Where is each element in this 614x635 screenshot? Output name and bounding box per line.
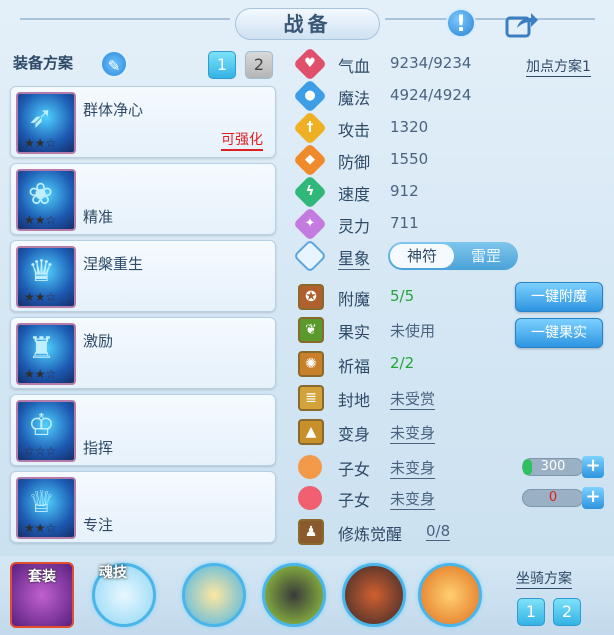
child-value-bar: 300: [522, 458, 584, 476]
blessing-icon: ✺: [298, 351, 324, 377]
toggle-option-shenfu[interactable]: 神符: [390, 244, 454, 268]
cultivation-row: ♟ 修炼觉醒 0/8: [296, 518, 614, 546]
cultivation-icon: ♟: [298, 519, 324, 545]
skill-name: 指挥: [83, 439, 114, 457]
page-title: 战备: [235, 8, 380, 40]
help-icon[interactable]: !: [446, 8, 476, 38]
one-click-fruit-button[interactable]: 一键果实: [515, 318, 603, 348]
toggle-option-leigang[interactable]: 雷罡: [456, 244, 516, 268]
equip-scheme-tab-2[interactable]: 2: [245, 51, 273, 79]
mount-scheme-tab-2[interactable]: 2: [553, 598, 581, 626]
fief-row: ≣ 封地 未受赏: [296, 384, 614, 412]
fruit-icon: ❦: [298, 317, 324, 343]
attr-spirit: ✦ 灵力 711: [293, 207, 614, 241]
transform-row: ▲ 变身 未变身: [296, 418, 614, 446]
equip-scheme-tab-1[interactable]: 1: [208, 51, 236, 79]
mount-orb[interactable]: [342, 563, 406, 627]
skill-name: 激励: [83, 332, 114, 350]
upgradable-tag[interactable]: 可强化: [221, 129, 263, 151]
share-icon[interactable]: [505, 10, 539, 38]
skill-name: 专注: [83, 516, 114, 534]
outfit-set-button[interactable]: 套装: [10, 562, 74, 628]
skill-icon: ➶ ★★☆: [16, 92, 76, 154]
mount-orb[interactable]: [418, 563, 482, 627]
fief-icon: ≣: [298, 385, 324, 411]
child-value-bar: 0: [522, 489, 584, 507]
title-ornament-left: [20, 18, 230, 20]
enchant-icon: ✪: [298, 284, 324, 310]
one-click-enchant-button[interactable]: 一键附魔: [515, 282, 603, 312]
skill-card[interactable]: ♕ ★★☆ 专注: [10, 471, 276, 543]
mount-orb[interactable]: [262, 563, 326, 627]
attr-mp: ● 魔法 4924/4924: [293, 79, 614, 113]
star-sign-toggle[interactable]: 神符 雷罡: [388, 242, 518, 270]
child-icon: [298, 455, 322, 479]
blessing-row: ✺ 祈福 2/2: [296, 350, 614, 378]
skill-icon: ♛ ★★☆: [16, 246, 76, 308]
transform-icon: ▲: [298, 419, 324, 445]
star-sign-icon: [293, 239, 327, 273]
attr-attack: † 攻击 1320: [293, 111, 614, 145]
title-ornament-right: [385, 18, 595, 20]
skill-card[interactable]: ♜ ★★☆ 激励: [10, 317, 276, 389]
soul-skill-button[interactable]: 魂技: [92, 563, 156, 627]
battle-prep-panel: 战备 ! 装备方案 ✎ 1 2 ➶ ★★☆ 群体净心 可强化 ❀ ★★☆ 精准 ♛ ★…: [0, 0, 614, 635]
skill-icon: ♜ ★★☆: [16, 323, 76, 385]
skill-name: 精准: [83, 208, 114, 226]
add-child-1-button[interactable]: +: [582, 456, 604, 478]
skill-icon: ♔ ☆☆☆: [16, 400, 76, 462]
skill-card[interactable]: ❀ ★★☆ 精准: [10, 163, 276, 235]
skill-name: 涅槃重生: [83, 255, 144, 273]
attr-defense: ◆ 防御 1550: [293, 143, 614, 177]
skill-card[interactable]: ➶ ★★☆ 群体净心 可强化: [10, 86, 276, 158]
points-scheme-link[interactable]: 加点方案1: [526, 56, 591, 77]
edit-pen-icon[interactable]: ✎: [100, 50, 128, 78]
skill-card[interactable]: ♛ ★★☆ 涅槃重生: [10, 240, 276, 312]
mount-scheme-tab-1[interactable]: 1: [517, 598, 545, 626]
skill-card[interactable]: ♔ ☆☆☆ 指挥: [10, 394, 276, 466]
child-icon: [298, 486, 322, 510]
equip-scheme-label: 装备方案: [13, 54, 74, 72]
attr-speed: ϟ 速度 912: [293, 175, 614, 209]
skill-name: 群体净心: [83, 101, 144, 119]
title-bar: 战备 !: [0, 0, 614, 44]
mount-orb[interactable]: [182, 563, 246, 627]
add-child-2-button[interactable]: +: [582, 487, 604, 509]
skill-icon: ❀ ★★☆: [16, 169, 76, 231]
skill-icon: ♕ ★★☆: [16, 477, 76, 539]
mount-scheme-label: 坐骑方案: [516, 568, 572, 589]
